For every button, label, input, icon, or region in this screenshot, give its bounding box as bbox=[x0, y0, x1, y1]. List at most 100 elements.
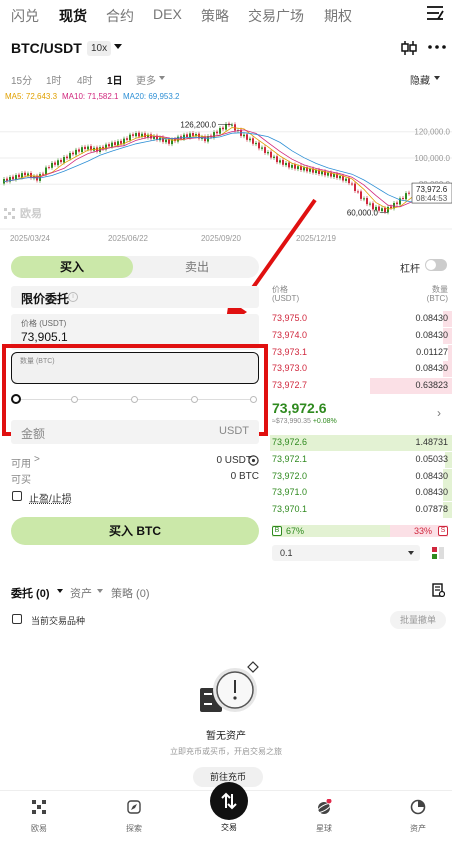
price-input-value[interactable]: 73,905.1 bbox=[21, 330, 68, 344]
ask-row[interactable]: 73,973.1 0.01127 bbox=[270, 344, 452, 361]
tab-options[interactable]: 期权 bbox=[324, 6, 352, 26]
slider-step-25[interactable] bbox=[71, 396, 78, 403]
ask-qty: 0.63823 bbox=[415, 380, 448, 391]
candle-body bbox=[135, 133, 137, 137]
nav-explore-label: 探索 bbox=[126, 824, 142, 833]
ask-price: 73,975.0 bbox=[272, 313, 308, 323]
candle-body bbox=[351, 183, 353, 185]
order-history-icon[interactable] bbox=[432, 583, 445, 597]
pair-title[interactable]: BTC/USDT bbox=[11, 40, 82, 56]
empty-subtitle: 立即充币或买币，开启交易之旅 bbox=[170, 747, 282, 756]
nav-planet[interactable]: 星球 bbox=[294, 799, 354, 834]
bid-row[interactable]: 73,972.6 1.48731 bbox=[270, 435, 452, 451]
ask-qty: 0.08430 bbox=[415, 313, 448, 323]
bid-row[interactable]: 73,970.1 0.07878 bbox=[270, 502, 452, 519]
price-input-label: 价格 (USDT) bbox=[21, 319, 67, 328]
candle-body bbox=[75, 149, 77, 155]
nav-okx[interactable]: 欧易 bbox=[9, 799, 69, 834]
current-pair-checkbox[interactable] bbox=[12, 614, 22, 624]
quantity-input[interactable]: 数量 (BTC) bbox=[11, 352, 259, 384]
candle-body bbox=[261, 147, 263, 149]
toggle-knob bbox=[426, 260, 436, 270]
candle-body bbox=[381, 208, 383, 212]
x-tick-label: 2025/06/22 bbox=[108, 234, 149, 243]
bid-row[interactable]: 73,971.0 0.08430 bbox=[270, 485, 452, 502]
tab-orders[interactable]: 委托 (0) bbox=[11, 585, 50, 601]
candle-body bbox=[66, 156, 68, 159]
candle-body bbox=[45, 167, 47, 175]
tab-spot[interactable]: 现货 bbox=[59, 6, 87, 26]
more-dots-icon[interactable] bbox=[428, 44, 446, 50]
bid-row[interactable]: 73,972.1 0.05033 bbox=[270, 451, 452, 468]
candle-body bbox=[255, 142, 257, 145]
leverage-label: 杠杆 bbox=[400, 264, 420, 275]
candle-body bbox=[291, 164, 293, 168]
candle-body bbox=[186, 134, 188, 138]
tab-flash-swap[interactable]: 闪兑 bbox=[11, 6, 39, 26]
timeframe-15m[interactable]: 15分 bbox=[11, 72, 32, 87]
candle-body bbox=[264, 147, 266, 153]
chevron-right-icon[interactable]: › bbox=[437, 406, 441, 420]
chevron-down-icon bbox=[408, 551, 414, 555]
watermark-square bbox=[12, 208, 15, 211]
candle-body bbox=[120, 140, 122, 144]
timeframe-1h[interactable]: 1时 bbox=[46, 72, 62, 87]
hide-chart-button[interactable]: 隐藏 bbox=[410, 72, 430, 87]
tpsl-label[interactable]: 止盈/止损 bbox=[29, 490, 72, 505]
tpsl-checkbox[interactable] bbox=[12, 491, 22, 501]
tab-trading-square[interactable]: 交易广场 bbox=[248, 6, 304, 26]
available-value: 0 USDT bbox=[216, 455, 252, 466]
tab-strategy[interactable]: 策略 bbox=[201, 6, 229, 26]
slider-step-75[interactable] bbox=[191, 396, 198, 403]
bid-row[interactable]: 73,972.0 0.08430 bbox=[270, 468, 452, 485]
chevron-down-icon[interactable] bbox=[114, 44, 122, 49]
slider-step-50[interactable] bbox=[131, 396, 138, 403]
tab-dex[interactable]: DEX bbox=[153, 6, 182, 22]
tab-futures[interactable]: 合约 bbox=[106, 6, 134, 26]
chevron-down-icon bbox=[57, 589, 63, 593]
nav-assets[interactable]: 资产 bbox=[388, 799, 448, 834]
candlestick-icon[interactable] bbox=[401, 41, 417, 55]
timeframe-4h[interactable]: 4时 bbox=[77, 72, 93, 87]
amount-input[interactable]: 金额 USDT bbox=[11, 420, 259, 444]
timeframe-1d[interactable]: 1日 bbox=[107, 72, 123, 87]
sell-tab[interactable]: 卖出 bbox=[135, 256, 259, 278]
info-icon[interactable]: i bbox=[68, 292, 78, 302]
quantity-slider-handle[interactable] bbox=[11, 394, 21, 404]
add-circle-icon[interactable] bbox=[248, 455, 259, 466]
timeframe-more[interactable]: 更多 bbox=[136, 72, 156, 87]
candle-body bbox=[276, 156, 278, 163]
slider-step-100[interactable] bbox=[250, 396, 257, 403]
last-price-change: +0.08% bbox=[312, 418, 337, 425]
last-price[interactable]: 73,972.6 bbox=[272, 400, 327, 416]
ask-price: 73,974.0 bbox=[272, 329, 308, 340]
nav-explore[interactable]: 探索 bbox=[104, 799, 164, 834]
tab-assets[interactable]: 资产 bbox=[70, 585, 92, 601]
tab-strategies[interactable]: 策略 (0) bbox=[111, 585, 150, 601]
ask-depth-bar bbox=[448, 344, 452, 361]
leverage-toggle[interactable] bbox=[425, 259, 447, 271]
compass-icon bbox=[127, 800, 141, 814]
nav-trade-button[interactable] bbox=[210, 782, 248, 820]
current-pair-label: 当前交易品种 bbox=[31, 616, 86, 626]
ask-row[interactable]: 73,974.0 0.08430 bbox=[270, 327, 452, 344]
ask-row[interactable]: 73,975.0 0.08430 bbox=[270, 311, 452, 327]
depth-precision-select[interactable]: 0.1 bbox=[272, 545, 420, 561]
order-type-label: 限价委托 bbox=[21, 292, 70, 306]
candle-body bbox=[129, 134, 131, 141]
candle-body bbox=[150, 134, 152, 139]
candle-body bbox=[366, 197, 368, 205]
menu-icon[interactable] bbox=[426, 5, 444, 21]
buy-tab[interactable]: 买入 bbox=[11, 256, 133, 278]
candle-body bbox=[84, 146, 86, 150]
batch-cancel-button[interactable]: 批量撤单 bbox=[390, 611, 446, 629]
buy-btc-button[interactable]: 买入 BTC bbox=[11, 517, 259, 545]
candle-body bbox=[108, 144, 110, 147]
chevron-right-icon[interactable]: > bbox=[34, 454, 40, 465]
ask-row[interactable]: 73,972.7 0.63823 bbox=[270, 378, 452, 395]
orderbook-layout-icon[interactable] bbox=[432, 547, 444, 559]
order-type-select[interactable]: 限价委托 i bbox=[11, 286, 259, 308]
candle-body bbox=[252, 138, 254, 144]
candle-body bbox=[315, 170, 317, 174]
ask-row[interactable]: 73,973.0 0.08430 bbox=[270, 361, 452, 378]
